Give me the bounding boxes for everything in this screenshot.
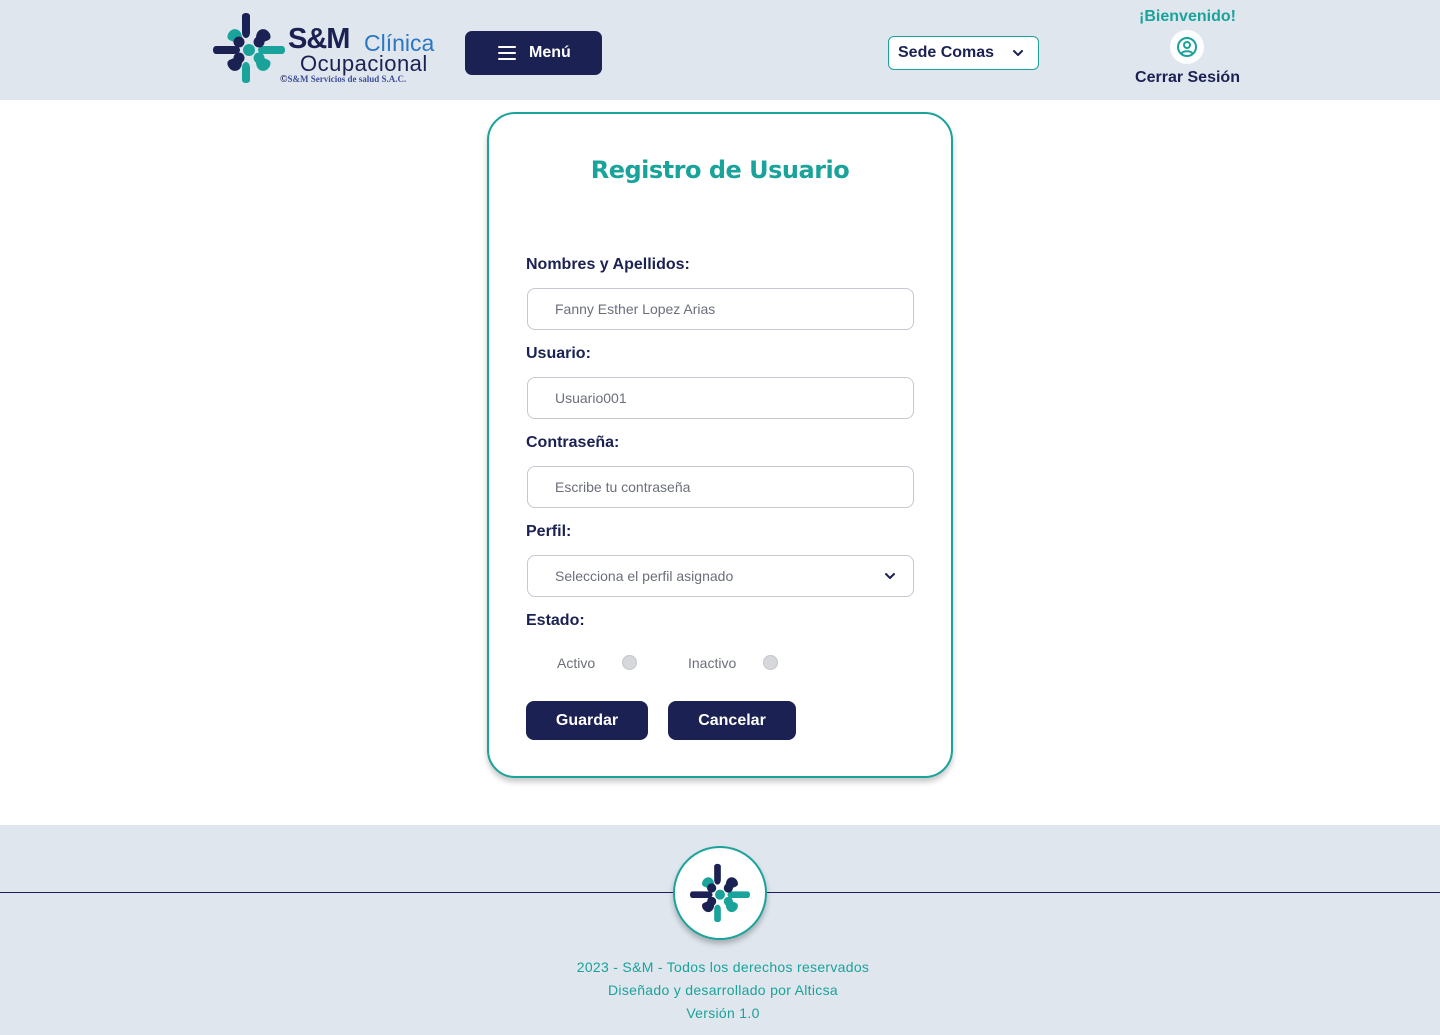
logo-tagline: Ocupacional [300,51,428,76]
welcome-text: ¡Bienvenido! [1139,8,1236,25]
sede-select[interactable]: Sede Comas [888,36,1039,70]
clinic-logo[interactable]: S&M Clínica Ocupacional ©S&M Servicios d… [212,12,434,86]
estado-label: Estado: [526,612,585,629]
perfil-select[interactable]: Selecciona el perfil asignado [527,555,914,597]
footer-credits: Diseñado y desarrollado por Alticsa [608,982,838,998]
inactivo-radio[interactable] [763,655,778,670]
logo-brand: S&M [288,23,350,55]
hamburger-icon [498,46,516,60]
menu-button[interactable]: Menú [465,31,602,75]
logout-link[interactable]: Cerrar Sesión [1120,69,1255,87]
cancel-button[interactable]: Cancelar [668,701,796,740]
footer-logo [673,846,767,940]
cross-logo-icon [690,863,750,923]
footer-copyright: 2023 - S&M - Todos los derechos reservad… [576,959,870,975]
perfil-placeholder: Selecciona el perfil asignado [555,568,734,584]
user-circle-icon[interactable] [1170,30,1204,64]
usuario-input[interactable]: Usuario001 [527,377,914,419]
nombres-input[interactable]: Fanny Esther Lopez Arias [527,288,914,330]
register-user-card: Registro de Usuario Nombres y Apellidos:… [487,112,953,778]
sede-label: Sede Comas [898,44,995,61]
copyright-text: S&M Servicios de salud S.A.C. [287,74,407,84]
footer-version: Versión 1.0 [686,1005,760,1021]
password-input[interactable]: Escribe tu contraseña [527,466,914,508]
perfil-label: Perfil: [526,523,572,540]
logo-copyright: ©S&M Servicios de salud S.A.C. [280,74,406,85]
usuario-label: Usuario: [526,345,591,362]
password-label: Contraseña: [526,434,620,451]
inactivo-label: Inactivo [688,655,737,671]
save-button[interactable]: Guardar [526,701,648,740]
menu-label: Menú [529,44,571,61]
activo-radio[interactable] [622,655,637,670]
header: S&M Clínica Ocupacional ©S&M Servicios d… [0,0,1440,100]
chevron-down-icon [885,573,895,579]
activo-label: Activo [557,655,596,671]
chevron-down-icon [1013,50,1023,56]
page-title: Registro de Usuario [590,156,850,184]
footer: 2023 - S&M - Todos los derechos reservad… [0,825,1440,1035]
cross-logo-icon [213,13,285,83]
nombres-label: Nombres y Apellidos: [526,256,690,273]
